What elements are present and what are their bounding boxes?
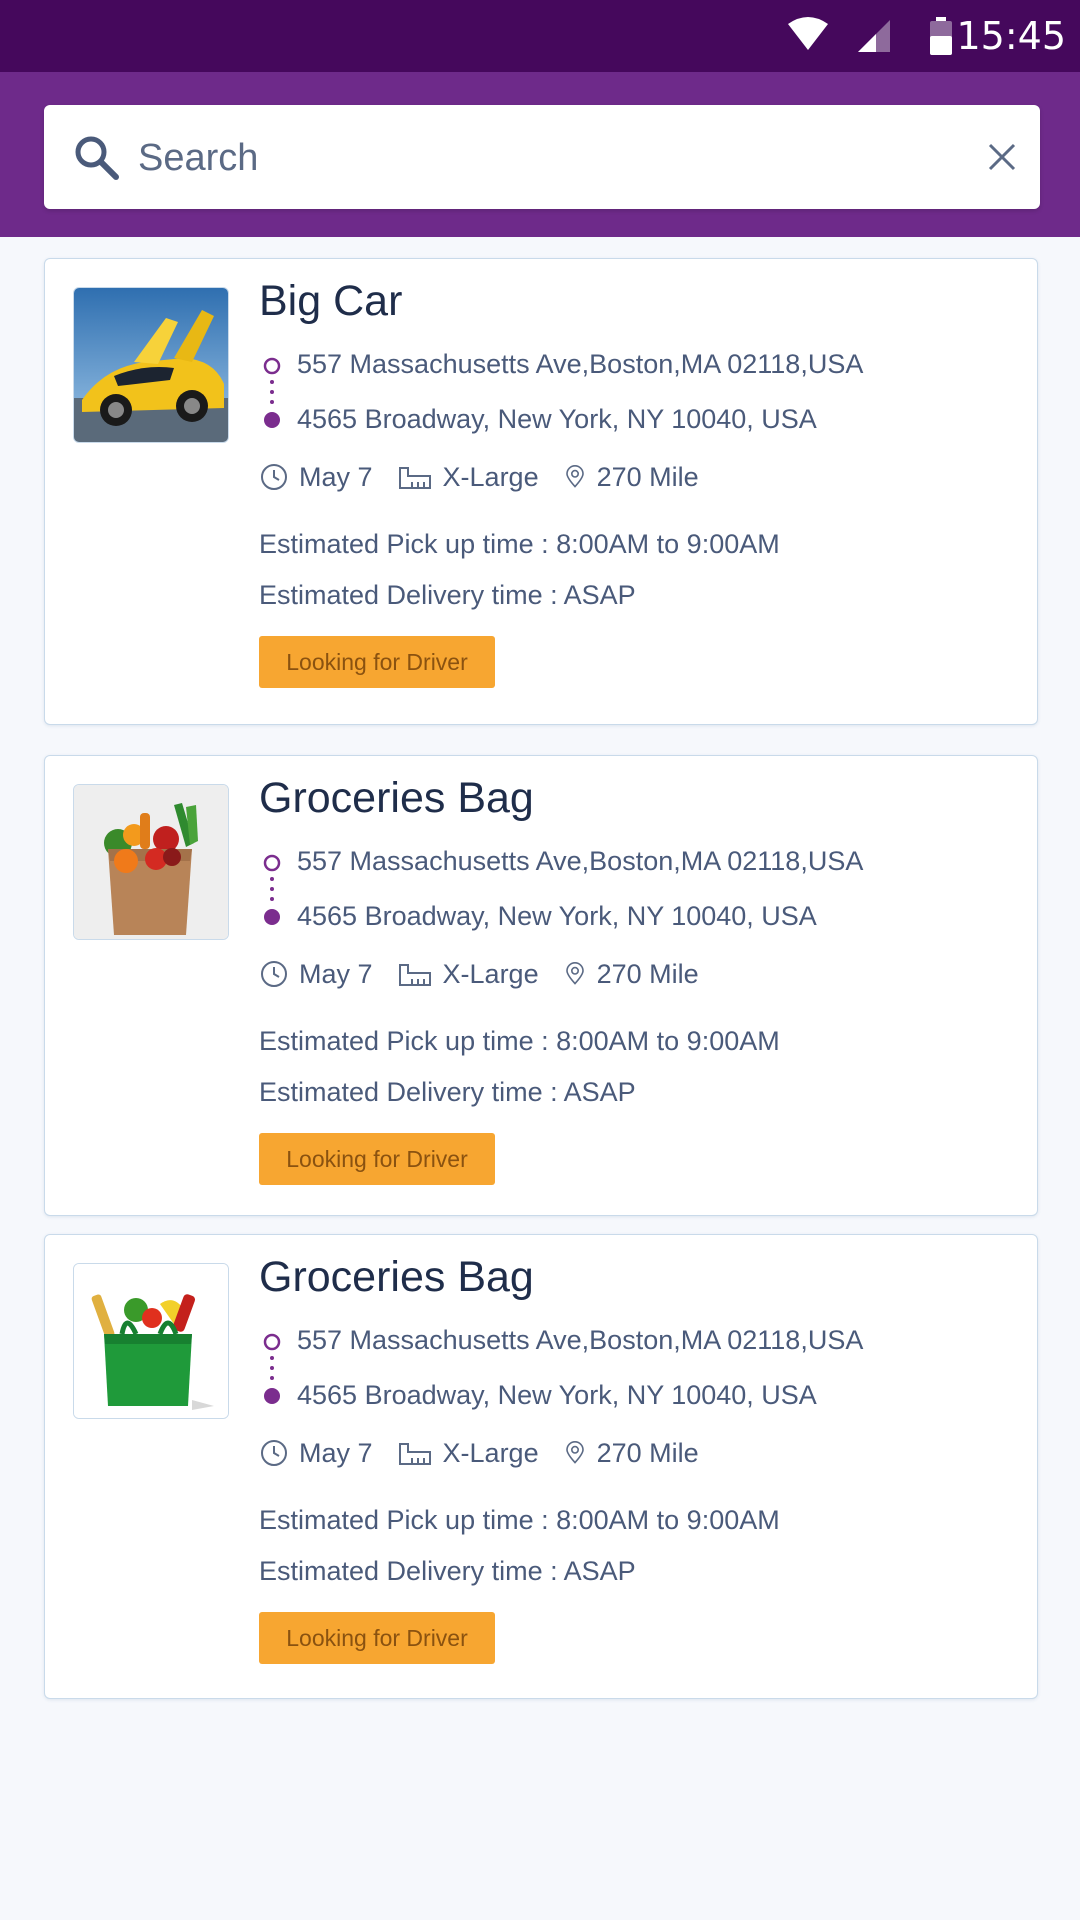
delivery-time: Estimated Delivery time : ASAP [259, 580, 636, 610]
location-pin-icon [565, 465, 584, 488]
cell-signal-icon [856, 0, 892, 72]
delivery-card[interactable]: Groceries Bag 557 Massachusetts Ave,Bosto… [44, 1234, 1038, 1699]
delivery-date: May 7 [299, 1437, 373, 1468]
trip-distance: 270 Mile [596, 461, 699, 492]
dropoff-address: 4565 Broadway, New York, NY 10040, USA [297, 1380, 817, 1410]
item-title: Big Car [259, 277, 403, 325]
pickup-address: 557 Massachusetts Ave,Boston,MA 02118,US… [297, 1325, 864, 1355]
close-icon[interactable] [980, 135, 1024, 179]
clock-icon [261, 961, 287, 987]
item-title: Groceries Bag [259, 774, 534, 822]
paper-grocery-bag-image [73, 784, 229, 940]
search-input[interactable] [136, 123, 920, 193]
dropoff-address: 4565 Broadway, New York, NY 10040, USA [297, 901, 817, 931]
route-dots-icon [261, 854, 283, 931]
delivery-date: May 7 [299, 958, 373, 989]
route-dots-icon [261, 1333, 283, 1410]
item-title: Groceries Bag [259, 1253, 534, 1301]
clock-icon [261, 464, 287, 490]
status-button[interactable]: Looking for Driver [259, 1133, 495, 1185]
ruler-size-icon [398, 964, 431, 986]
ruler-size-icon [398, 1443, 431, 1465]
delivery-date: May 7 [299, 461, 373, 492]
pickup-time: Estimated Pick up time : 8:00AM to 9:00A… [259, 529, 780, 559]
pickup-address: 557 Massachusetts Ave,Boston,MA 02118,US… [297, 349, 864, 379]
green-grocery-bag-image [73, 1263, 229, 1419]
dropoff-address: 4565 Broadway, New York, NY 10040, USA [297, 404, 817, 434]
pickup-time: Estimated Pick up time : 8:00AM to 9:00A… [259, 1026, 780, 1056]
location-pin-icon [565, 1441, 584, 1464]
delivery-card[interactable]: Groceries Bag 557 Massachusetts Ave,Bosto… [44, 755, 1038, 1216]
status-button[interactable]: Looking for Driver [259, 1612, 495, 1664]
sports-car-image [73, 287, 229, 443]
search-icon [75, 136, 119, 180]
search-bar[interactable] [44, 105, 1040, 209]
item-size: X-Large [442, 461, 539, 492]
item-size: X-Large [442, 958, 539, 989]
item-meta-row: May 7 X-Large 270 Mile [259, 457, 723, 497]
pickup-address: 557 Massachusetts Ave,Boston,MA 02118,US… [297, 846, 864, 876]
battery-icon [928, 0, 954, 72]
status-bar: 15:45 [0, 0, 1080, 72]
clock-icon [261, 1440, 287, 1466]
item-meta-row: May 7 X-Large 270 Mile [259, 1433, 723, 1473]
wifi-icon [786, 0, 830, 72]
clock-time: 15:45 [956, 14, 1066, 58]
item-meta-row: May 7 X-Large 270 Mile [259, 954, 723, 994]
location-pin-icon [565, 962, 584, 985]
route-dots-icon [261, 357, 283, 434]
trip-distance: 270 Mile [596, 1437, 699, 1468]
delivery-card[interactable]: Big Car 557 Massachusetts Ave,Boston,MA 0… [44, 258, 1038, 725]
trip-distance: 270 Mile [596, 958, 699, 989]
item-size: X-Large [442, 1437, 539, 1468]
status-button[interactable]: Looking for Driver [259, 636, 495, 688]
delivery-time: Estimated Delivery time : ASAP [259, 1077, 636, 1107]
ruler-size-icon [398, 467, 431, 489]
delivery-time: Estimated Delivery time : ASAP [259, 1556, 636, 1586]
app-header [0, 72, 1080, 237]
pickup-time: Estimated Pick up time : 8:00AM to 9:00A… [259, 1505, 780, 1535]
